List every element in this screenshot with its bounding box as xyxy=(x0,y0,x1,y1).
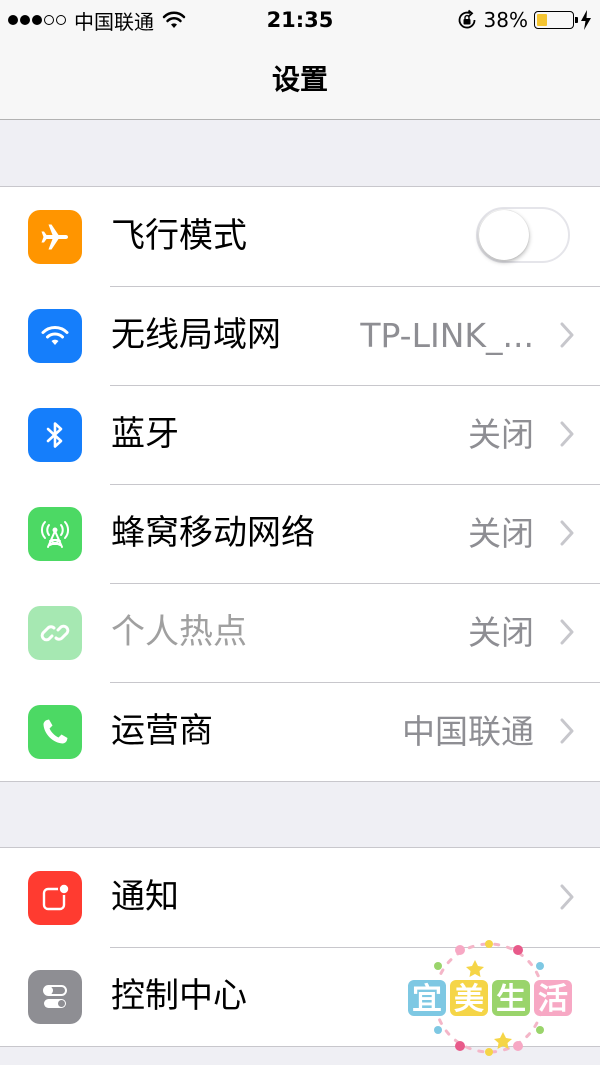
row-label: 控制中心 xyxy=(111,976,247,1016)
settings-row-carrier[interactable]: 运营商 中国联通 xyxy=(0,682,600,781)
row-label: 通知 xyxy=(111,877,179,917)
row-label: 蓝牙 xyxy=(111,414,179,454)
svg-text:宜: 宜 xyxy=(412,982,442,1017)
charging-bolt-icon xyxy=(581,10,591,30)
hotspot-icon xyxy=(28,606,82,660)
svg-text:活: 活 xyxy=(538,982,568,1017)
row-value: 关闭 xyxy=(468,514,534,553)
row-label: 飞行模式 xyxy=(111,216,247,256)
toggle-knob[interactable] xyxy=(479,210,529,260)
settings-row-wifi[interactable]: 无线局域网 TP-LINK_... xyxy=(0,286,600,385)
chevron-right-icon xyxy=(560,884,574,910)
row-label: 运营商 xyxy=(111,711,213,751)
chevron-right-icon xyxy=(560,322,574,348)
row-value: 关闭 xyxy=(468,613,534,652)
airplane-mode-toggle[interactable] xyxy=(476,207,570,263)
settings-row-cellular[interactable]: 蜂窝移动网络 关闭 xyxy=(0,484,600,583)
rotation-lock-icon xyxy=(458,9,475,29)
cellular-icon xyxy=(28,507,82,561)
settings-screen: 中国联通 21:35 38% 设置 飞行模式 无线局域网 TP-LINK_...… xyxy=(0,0,600,1065)
row-value: 关闭 xyxy=(468,415,534,454)
bluetooth-icon xyxy=(28,408,82,462)
row-label: 蜂窝移动网络 xyxy=(111,513,315,553)
control-center-icon xyxy=(28,970,82,1024)
row-label: 无线局域网 xyxy=(111,315,281,355)
wifi-icon xyxy=(28,309,82,363)
airplane-icon xyxy=(28,210,82,264)
navigation-bar: 设置 xyxy=(0,40,600,120)
row-label: 个人热点 xyxy=(111,612,247,652)
chevron-right-icon xyxy=(560,421,574,447)
settings-row-personal-hotspot[interactable]: 个人热点 关闭 xyxy=(0,583,600,682)
watermark-logo: 宜 美 生 活 xyxy=(408,940,572,1056)
chevron-right-icon xyxy=(560,718,574,744)
chevron-right-icon xyxy=(560,619,574,645)
settings-row-notifications[interactable]: 通知 xyxy=(0,848,600,947)
status-bar: 中国联通 21:35 38% xyxy=(0,0,600,40)
settings-group-connectivity: 飞行模式 无线局域网 TP-LINK_... 蓝牙 关闭 蜂窝移动网络 关闭 个… xyxy=(0,186,600,782)
battery-icon xyxy=(534,11,578,29)
svg-text:美: 美 xyxy=(454,982,484,1017)
svg-text:生: 生 xyxy=(496,982,526,1017)
battery-percentage: 38% xyxy=(483,8,528,32)
row-value: TP-LINK_... xyxy=(360,316,534,355)
row-value: 中国联通 xyxy=(402,712,534,751)
notification-icon xyxy=(28,871,82,925)
settings-row-bluetooth[interactable]: 蓝牙 关闭 xyxy=(0,385,600,484)
page-title: 设置 xyxy=(271,63,328,96)
phone-icon xyxy=(28,705,82,759)
settings-row-airplane-mode[interactable]: 飞行模式 xyxy=(0,187,600,286)
chevron-right-icon xyxy=(560,520,574,546)
